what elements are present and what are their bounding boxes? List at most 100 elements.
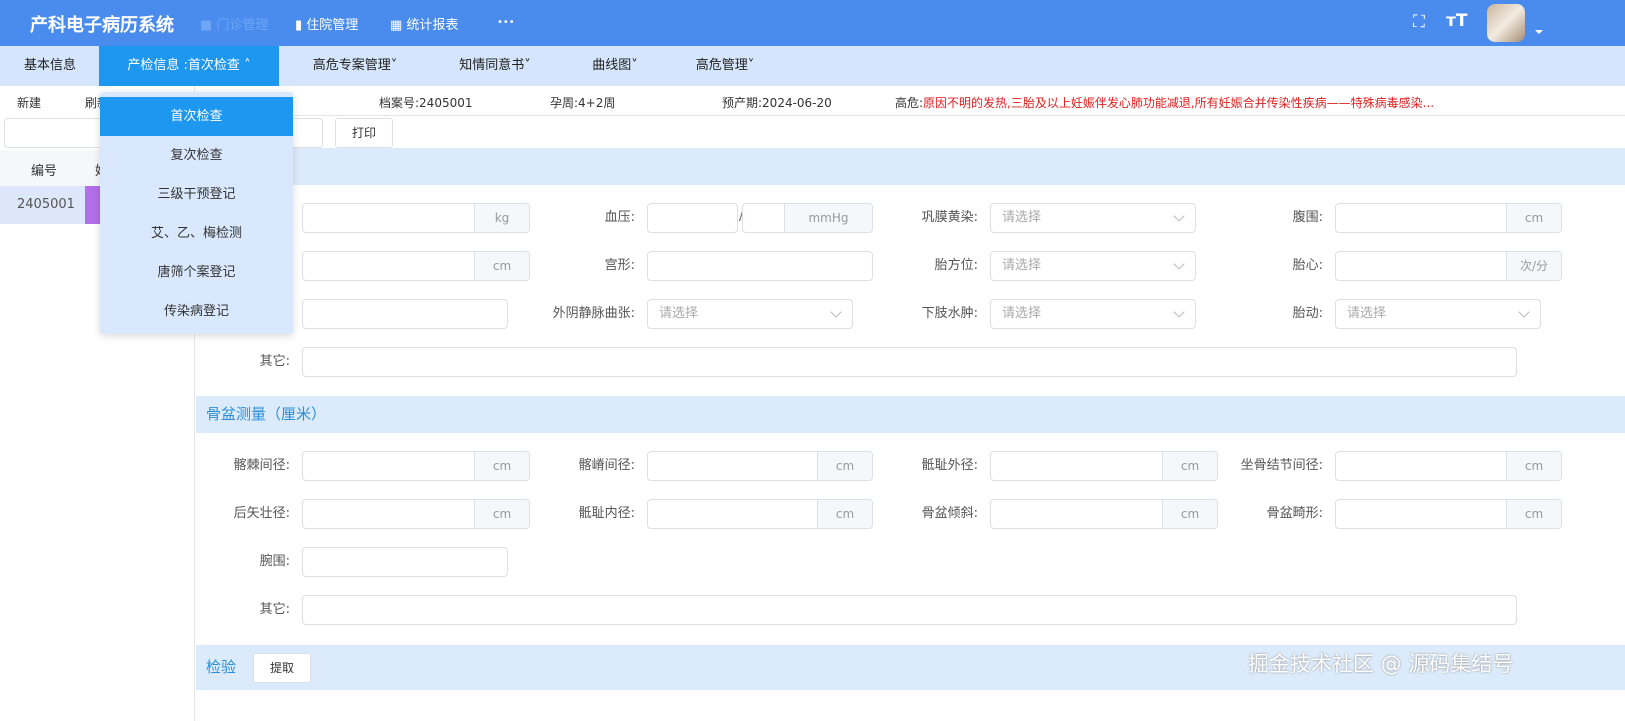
nav-outpatient[interactable]: ■ 门诊管理 (200, 14, 268, 33)
select-placeholder: 请选择 (1002, 258, 1042, 273)
exam-section-header (196, 148, 1625, 185)
table-icon: ▦ (390, 18, 407, 33)
dropdown-item[interactable]: 传染病登记 (100, 292, 293, 331)
bp-systolic-input[interactable] (647, 203, 738, 233)
select-placeholder: 请选择 (1347, 306, 1387, 321)
input-field[interactable]: cm (302, 499, 530, 529)
field-label: 骶耻内径: (578, 506, 635, 521)
tab-prenatal-info[interactable]: 产检信息 :首次检查 ˄ (99, 46, 279, 86)
input-field[interactable]: cm (647, 499, 873, 529)
dropdown-item[interactable]: 三级干预登记 (100, 175, 293, 214)
field-label: 下肢水肿: (921, 306, 978, 321)
app-title: 产科电子病历系统 (30, 15, 174, 36)
field-label: 骶耻外径: (921, 458, 978, 473)
more-menu[interactable]: ••• (497, 17, 515, 28)
avatar[interactable] (1487, 4, 1525, 42)
field-label: 髂嵴间径: (578, 458, 635, 473)
exam-other-input[interactable] (302, 347, 1517, 377)
input-field[interactable]: cm (1335, 499, 1562, 529)
field-label: 外阴静脉曲张: (552, 306, 635, 321)
select-placeholder: 请选择 (1002, 210, 1042, 225)
select-field[interactable]: 请选择 (990, 299, 1196, 329)
bp-diastolic-input[interactable]: mmHg (742, 203, 873, 233)
caret-down-icon[interactable] (1535, 30, 1543, 38)
fullscreen-icon[interactable]: ⛶ (1413, 12, 1425, 32)
input-field[interactable]: cm (1335, 203, 1562, 233)
dropdown-item[interactable]: 唐筛个案登记 (100, 253, 293, 292)
pelvis-section-header: 骨盆测量（厘米） (196, 396, 1625, 433)
select-field[interactable]: 请选择 (990, 251, 1196, 281)
nav-label: 住院管理 (306, 18, 359, 33)
tab-label: 高危专案管理 (312, 58, 391, 73)
dropdown-item[interactable]: 复次检查 (100, 136, 293, 175)
chevron-down-icon: ˅ (524, 58, 531, 73)
row-id: 2405001 (17, 197, 75, 212)
field-label: 胎动: (1292, 306, 1323, 321)
input-field[interactable]: cm (990, 499, 1218, 529)
print-button[interactable]: 打印 (335, 118, 393, 148)
nav-reports[interactable]: ▦ 统计报表 (390, 14, 458, 33)
gestational-week: 孕周:4+2周 (550, 96, 616, 110)
lab-title: 检验 (206, 658, 237, 676)
unit-suffix: cm (1506, 500, 1561, 528)
tab-high-risk-mgmt[interactable]: 高危管理˅ (670, 46, 780, 86)
tab-high-risk-case[interactable]: 高危专案管理˅ (290, 46, 420, 86)
risk-color-marker (85, 186, 100, 224)
pelvis-other-input[interactable] (302, 595, 1517, 625)
select-placeholder: 请选择 (659, 306, 699, 321)
col-id: 编号 (31, 164, 58, 179)
input-field[interactable]: cm (990, 451, 1218, 481)
field-label: 宫形: (604, 258, 635, 273)
tab-label: 知情同意书 (459, 58, 525, 73)
chevron-down-icon: ˅ (631, 58, 638, 73)
prenatal-dropdown-menu: 首次检查 复次检查 三级干预登记 艾、乙、梅检测 唐筛个案登记 传染病登记 (100, 92, 293, 334)
unit-suffix: 次/分 (1506, 252, 1561, 280)
input-field[interactable] (647, 251, 873, 281)
field-label: 腹围: (1292, 210, 1323, 225)
field-label: 骨盆畸形: (1266, 506, 1323, 521)
input-field[interactable]: kg (302, 203, 530, 233)
field-label: 髂棘间径: (233, 458, 290, 473)
new-button[interactable]: 新建 (17, 94, 41, 111)
input-field[interactable] (302, 299, 508, 329)
chevron-down-icon: ˅ (390, 58, 398, 73)
bar-chart-icon: ▮ (295, 18, 307, 33)
extract-button[interactable]: 提取 (253, 653, 311, 683)
tab-label: 产检信息 :首次检查 (127, 58, 240, 73)
unit-suffix: cm (1506, 204, 1561, 232)
input-field[interactable]: cm (302, 451, 530, 481)
wrist-input[interactable] (302, 547, 508, 577)
font-size-icon[interactable]: ᴛT (1446, 11, 1467, 31)
file-no: 档案号:2405001 (379, 96, 473, 110)
nav-inpatient[interactable]: ▮ 住院管理 (295, 14, 358, 33)
field-label: 巩膜黄染: (921, 210, 978, 225)
select-field[interactable]: 请选择 (990, 203, 1196, 233)
nav-label: 统计报表 (406, 18, 459, 33)
select-field[interactable]: 请选择 (647, 299, 853, 329)
input-field[interactable]: 次/分 (1335, 251, 1562, 281)
due-date: 预产期:2024-06-20 (722, 96, 832, 110)
tab-label: 曲线图 (592, 58, 632, 73)
input-field[interactable]: cm (647, 451, 873, 481)
field-label: 骨盆倾斜: (921, 506, 978, 521)
dropdown-item[interactable]: 艾、乙、梅检测 (100, 214, 293, 253)
chevron-down-icon: ˅ (747, 58, 755, 73)
tab-curve[interactable]: 曲线图˅ (560, 46, 670, 86)
nav-label: 门诊管理 (216, 18, 269, 33)
input-field[interactable]: cm (1335, 451, 1562, 481)
other-label: 其它: (259, 602, 290, 617)
outpatient-icon: ■ (200, 18, 217, 33)
unit-suffix: cm (1506, 452, 1561, 480)
select-field[interactable]: 请选择 (1335, 299, 1541, 329)
wrist-label: 腕围: (259, 554, 290, 569)
select-placeholder: 请选择 (1002, 306, 1042, 321)
chevron-up-icon: ˄ (239, 58, 251, 73)
field-label: 后矢壮径: (233, 506, 290, 521)
tab-consent[interactable]: 知情同意书˅ (430, 46, 560, 86)
field-label: 血压: (604, 210, 635, 225)
dropdown-item[interactable]: 首次检查 (100, 97, 293, 136)
input-field[interactable]: cm (302, 251, 530, 281)
field-label: 胎心: (1292, 258, 1323, 273)
tab-basic-info[interactable]: 基本信息 (0, 46, 100, 86)
field-label: 胎方位: (934, 258, 978, 273)
